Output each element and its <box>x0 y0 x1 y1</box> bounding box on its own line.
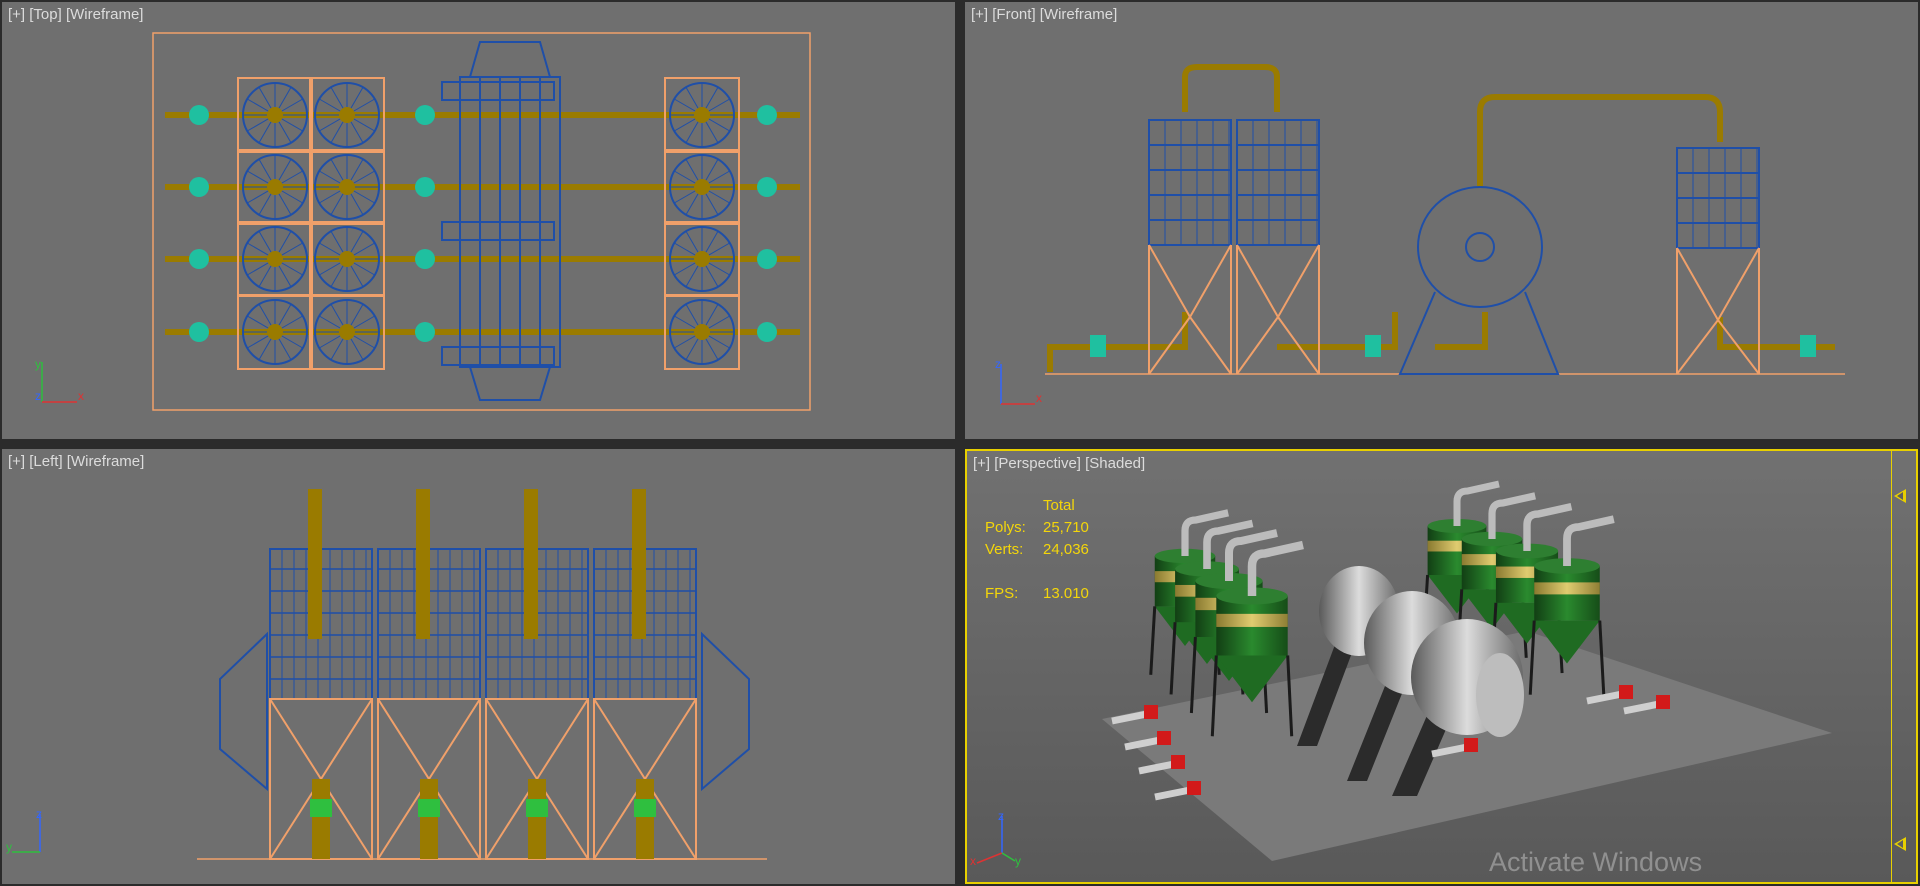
axis-tripod-icon: z x y <box>970 809 1021 868</box>
axis-tripod-icon: z y <box>6 807 42 854</box>
activate-windows-watermark: Activate Windows <box>1489 847 1703 877</box>
verts-label: Verts: <box>985 541 1024 558</box>
viewport-slider-track <box>1891 451 1892 882</box>
axis-y-label: y <box>35 357 41 371</box>
viewport-left-label[interactable]: [+] [Left] [Wireframe] <box>8 453 144 470</box>
statistics-overlay: Total Polys: 25,710 Verts: 24,036 FPS: 13.0… <box>985 495 1089 605</box>
front-filter-tanks <box>1148 119 1760 375</box>
stats-header: Total <box>1043 497 1075 514</box>
axis-x-label: x <box>970 854 976 868</box>
fps-value: 13.010 <box>1043 585 1089 602</box>
top-column <box>441 41 561 401</box>
axis-y-label: y <box>1015 854 1021 868</box>
top-fans <box>237 77 740 370</box>
slider-arrow-icon[interactable] <box>1894 489 1906 503</box>
axis-x-label: x <box>78 389 84 403</box>
viewport-perspective[interactable]: [+] [Perspective] [Shaded] Total Polys: 2… <box>965 449 1918 884</box>
front-wireframe-scene: z x <box>995 64 1845 405</box>
viewport-left[interactable]: [+] [Left] [Wireframe] z y <box>2 449 955 884</box>
axis-tripod-icon: y x z <box>35 357 84 403</box>
viewport-front[interactable]: [+] [Front] [Wireframe] z x <box>965 2 1918 439</box>
axis-z-label: z <box>36 807 42 821</box>
axis-z-label: z <box>998 809 1004 823</box>
left-wireframe-scene: z y <box>6 489 767 860</box>
fps-label: FPS: <box>985 585 1019 602</box>
slider-arrow-icon[interactable] <box>1894 837 1906 851</box>
verts-value: 24,036 <box>1043 541 1089 558</box>
viewport-top-label[interactable]: [+] [Top] [Wireframe] <box>8 6 143 23</box>
polys-value: 25,710 <box>1043 519 1089 536</box>
axis-z-label: z <box>995 357 1001 371</box>
axis-y-label: y <box>6 840 12 854</box>
axis-tripod-icon: z x <box>995 357 1042 405</box>
front-supports <box>1148 244 1760 375</box>
viewport-top[interactable]: [+] [Top] [Wireframe] y x z <box>2 2 955 439</box>
polys-label: Polys: <box>985 519 1026 536</box>
viewport-front-label[interactable]: [+] [Front] [Wireframe] <box>971 6 1117 23</box>
axis-x-label: x <box>1036 391 1042 405</box>
viewport-perspective-label[interactable]: [+] [Perspective] [Shaded] <box>973 455 1145 472</box>
top-wireframe-scene: y x z <box>35 32 811 411</box>
perspective-shaded-scene: z x y <box>970 480 1832 868</box>
axis-z-label: z <box>35 389 41 403</box>
